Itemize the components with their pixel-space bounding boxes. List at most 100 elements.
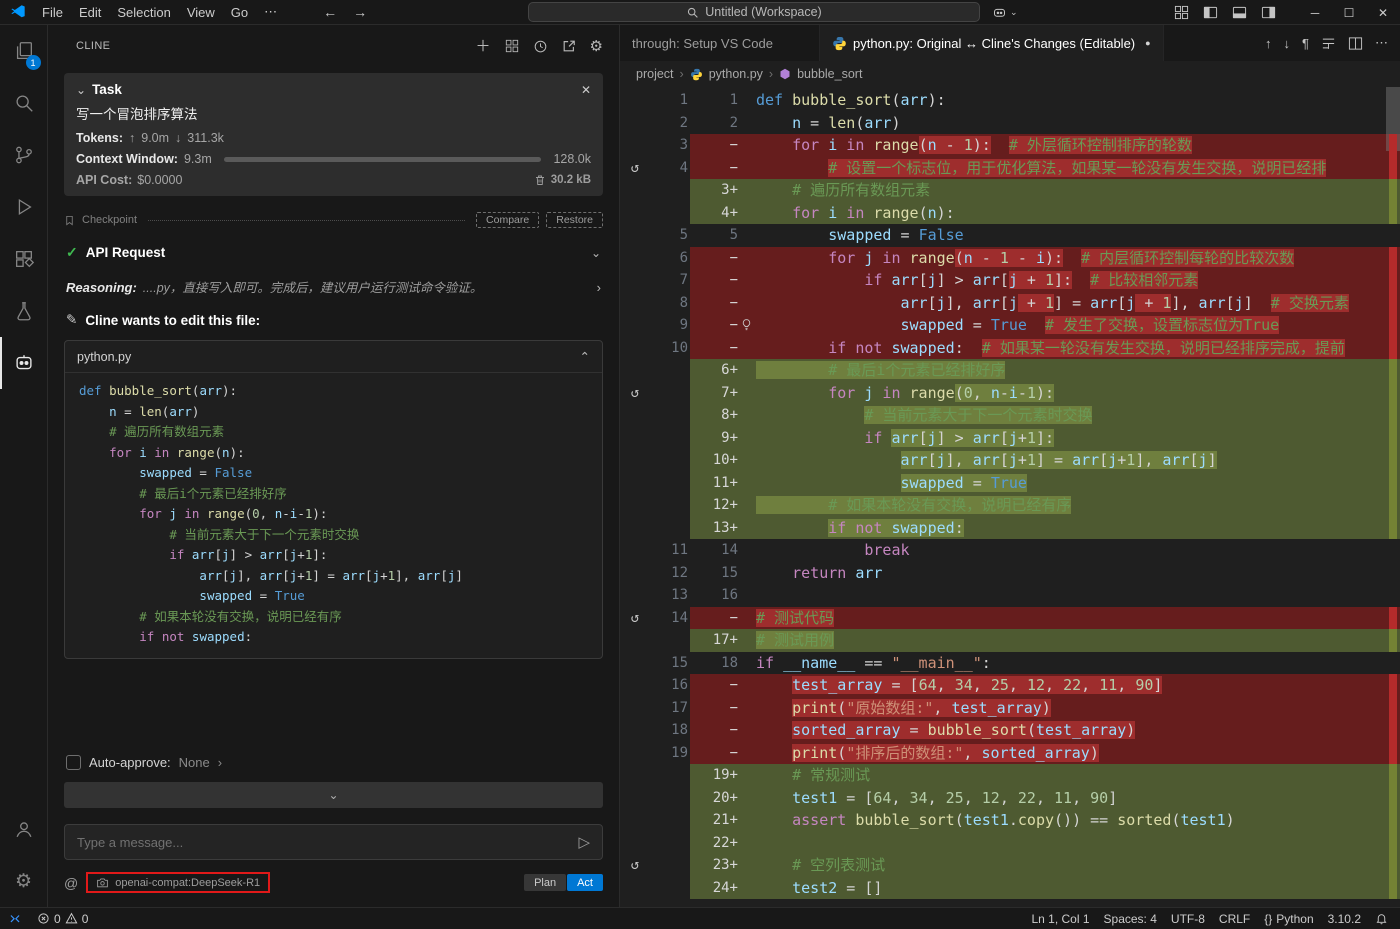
run-debug-icon[interactable] bbox=[0, 181, 48, 233]
split-editor-icon[interactable] bbox=[1348, 36, 1363, 51]
search-view-icon[interactable] bbox=[0, 77, 48, 129]
diff-line[interactable]: ↺4− # 设置一个标志位，用于优化算法，如果某一轮没有发生交换，说明已经排 bbox=[620, 157, 1400, 180]
minimize-button[interactable]: ─ bbox=[1298, 0, 1332, 25]
history-icon[interactable] bbox=[533, 39, 548, 54]
revert-block-icon[interactable]: ↺ bbox=[620, 854, 650, 877]
toggle-secondary-sidebar-icon[interactable] bbox=[1261, 5, 1276, 20]
compare-button[interactable]: Compare bbox=[476, 212, 539, 228]
diff-line[interactable]: 55 swapped = False bbox=[620, 224, 1400, 247]
message-input[interactable] bbox=[77, 835, 578, 850]
arrow-down-icon[interactable]: ↓ bbox=[1284, 36, 1291, 51]
message-input-box[interactable]: ▷ bbox=[64, 824, 603, 860]
diff-line[interactable]: 10+ arr[j], arr[j+1] = arr[j+1], arr[j] bbox=[620, 449, 1400, 472]
revert-block-icon[interactable]: ↺ bbox=[620, 382, 650, 405]
diff-line[interactable]: 9− swapped = True # 发生了交换，设置标志位为True bbox=[620, 314, 1400, 337]
word-wrap-icon[interactable] bbox=[1321, 36, 1336, 51]
breadcrumb-symbol[interactable]: bubble_sort bbox=[797, 67, 862, 81]
nav-back-icon[interactable]: ← bbox=[315, 4, 345, 20]
chevron-down-icon[interactable]: ⌄ bbox=[76, 83, 86, 97]
diff-line[interactable]: 24+ test2 = [] bbox=[620, 877, 1400, 900]
diff-line[interactable]: 16− test_array = [64, 34, 25, 12, 22, 11… bbox=[620, 674, 1400, 697]
diff-line[interactable]: 4+ for i in range(n): bbox=[620, 202, 1400, 225]
reasoning-row[interactable]: Reasoning: ....py，直接写入即可。完成后，建议用户运行测试命令验… bbox=[66, 277, 601, 296]
diff-line[interactable]: 22 n = len(arr) bbox=[620, 112, 1400, 135]
diff-line[interactable]: 18− sorted_array = bubble_sort(test_arra… bbox=[620, 719, 1400, 742]
diff-line[interactable]: 6+ # 最后i个元素已经排好序 bbox=[620, 359, 1400, 382]
diff-line[interactable]: 9+ if arr[j] > arr[j+1]: bbox=[620, 427, 1400, 450]
notifications-bell-icon[interactable] bbox=[1368, 912, 1400, 925]
diff-line[interactable]: 1316 bbox=[620, 584, 1400, 607]
model-selector[interactable]: openai-compat:DeepSeek-R1 bbox=[86, 872, 270, 893]
toggle-sidebar-icon[interactable] bbox=[1203, 5, 1218, 20]
encoding[interactable]: UTF-8 bbox=[1164, 912, 1212, 926]
whitespace-toggle-icon[interactable]: ¶ bbox=[1302, 36, 1309, 51]
diff-line[interactable]: 12+ # 如果本轮没有交换，说明已经有序 bbox=[620, 494, 1400, 517]
remote-indicator-icon[interactable] bbox=[8, 912, 22, 926]
chevron-down-icon[interactable]: ⌄ bbox=[591, 246, 601, 260]
maximize-button[interactable]: ☐ bbox=[1332, 0, 1366, 25]
menu-view[interactable]: View bbox=[179, 5, 223, 20]
close-task-icon[interactable]: ✕ bbox=[581, 83, 591, 97]
diff-line[interactable]: 1518if __name__ == "__main__": bbox=[620, 652, 1400, 675]
auto-approve-checkbox[interactable] bbox=[66, 755, 81, 770]
diff-line[interactable]: 20+ test1 = [64, 34, 25, 12, 22, 11, 90] bbox=[620, 787, 1400, 810]
diff-line[interactable]: 3− for i in range(n - 1): # 外层循环控制排序的轮数 bbox=[620, 134, 1400, 157]
diff-line[interactable]: ↺14−# 测试代码 bbox=[620, 607, 1400, 630]
diff-line[interactable]: 3+ # 遍历所有数组元素 bbox=[620, 179, 1400, 202]
diff-line[interactable]: 11def bubble_sort(arr): bbox=[620, 89, 1400, 112]
api-request-row[interactable]: ✓ API Request ⌄ bbox=[66, 244, 601, 261]
nav-forward-icon[interactable]: → bbox=[345, 4, 375, 20]
breadcrumb-project[interactable]: project bbox=[636, 67, 674, 81]
send-icon[interactable]: ▷ bbox=[578, 833, 590, 851]
diff-line[interactable]: 8− arr[j], arr[j + 1] = arr[j + 1], arr[… bbox=[620, 292, 1400, 315]
diff-line[interactable]: 10− if not swapped: # 如果某一轮没有发生交换，说明已经排序… bbox=[620, 337, 1400, 360]
language-mode[interactable]: {} Python bbox=[1257, 912, 1320, 926]
copilot-menu[interactable]: ⌄ bbox=[992, 2, 1018, 22]
source-control-icon[interactable] bbox=[0, 129, 48, 181]
breadcrumb-file[interactable]: python.py bbox=[709, 67, 763, 81]
extensions-icon[interactable] bbox=[0, 233, 48, 285]
chevron-right-icon[interactable]: › bbox=[597, 280, 601, 295]
arrow-up-icon[interactable]: ↑ bbox=[1265, 36, 1272, 51]
problems-indicator[interactable]: 0 0 bbox=[30, 912, 95, 926]
diff-line[interactable]: ↺23+ # 空列表测试 bbox=[620, 854, 1400, 877]
diff-line[interactable]: 19− print("排序后的数组:", sorted_array) bbox=[620, 742, 1400, 765]
breadcrumb[interactable]: project › python.py › bubble_sort bbox=[620, 61, 1400, 87]
collapse-chevron-icon[interactable]: ⌃ bbox=[580, 349, 590, 364]
auto-approve-row[interactable]: Auto-approve: None › bbox=[66, 755, 601, 770]
diff-line[interactable]: 1114 break bbox=[620, 539, 1400, 562]
more-actions-icon[interactable]: ⋯ bbox=[1375, 35, 1388, 51]
tab-walkthrough[interactable]: through: Setup VS Code bbox=[620, 25, 820, 61]
plan-button[interactable]: Plan bbox=[524, 874, 566, 891]
cline-extension-icon[interactable] bbox=[0, 337, 48, 389]
diff-line[interactable]: 6− for j in range(n - 1 - i): # 内层循环控制每轮… bbox=[620, 247, 1400, 270]
mcp-servers-icon[interactable] bbox=[505, 39, 519, 53]
revert-block-icon[interactable]: ↺ bbox=[620, 157, 650, 180]
diff-line[interactable]: 17− print("原始数组:", test_array) bbox=[620, 697, 1400, 720]
python-version[interactable]: 3.10.2 bbox=[1321, 912, 1368, 926]
menu-go[interactable]: Go bbox=[223, 5, 256, 20]
cursor-position[interactable]: Ln 1, Col 1 bbox=[1024, 912, 1096, 926]
new-task-icon[interactable]: ＋ bbox=[476, 39, 491, 54]
command-center[interactable]: Untitled (Workspace) bbox=[528, 2, 980, 22]
restore-button[interactable]: Restore bbox=[546, 212, 603, 228]
diff-line[interactable]: 13+ if not swapped: bbox=[620, 517, 1400, 540]
diff-line[interactable]: 22+ bbox=[620, 832, 1400, 855]
customize-layout-icon[interactable] bbox=[1174, 5, 1189, 20]
expand-actions-button[interactable]: ⌄ bbox=[64, 782, 603, 808]
explorer-icon[interactable]: 1 bbox=[0, 25, 48, 77]
close-button[interactable]: ✕ bbox=[1366, 0, 1400, 25]
indentation[interactable]: Spaces: 4 bbox=[1097, 912, 1164, 926]
tab-python-diff[interactable]: python.py: Original ↔ Cline's Changes (E… bbox=[820, 25, 1164, 61]
menu-file[interactable]: File bbox=[34, 5, 71, 20]
diff-line[interactable]: 17+# 测试用例 bbox=[620, 629, 1400, 652]
diff-line[interactable]: 19+ # 常规测试 bbox=[620, 764, 1400, 787]
menu-edit[interactable]: Edit bbox=[71, 5, 109, 20]
diff-line[interactable]: 21+ assert bubble_sort(test1.copy()) == … bbox=[620, 809, 1400, 832]
open-in-editor-icon[interactable] bbox=[562, 39, 576, 53]
diff-line[interactable]: 1215 return arr bbox=[620, 562, 1400, 585]
account-icon[interactable] bbox=[0, 803, 48, 855]
mention-icon[interactable]: @ bbox=[64, 875, 78, 891]
menu-more[interactable]: ⋯ bbox=[256, 4, 285, 20]
diff-line[interactable]: 7− if arr[j] > arr[j + 1]: # 比较相邻元素 bbox=[620, 269, 1400, 292]
